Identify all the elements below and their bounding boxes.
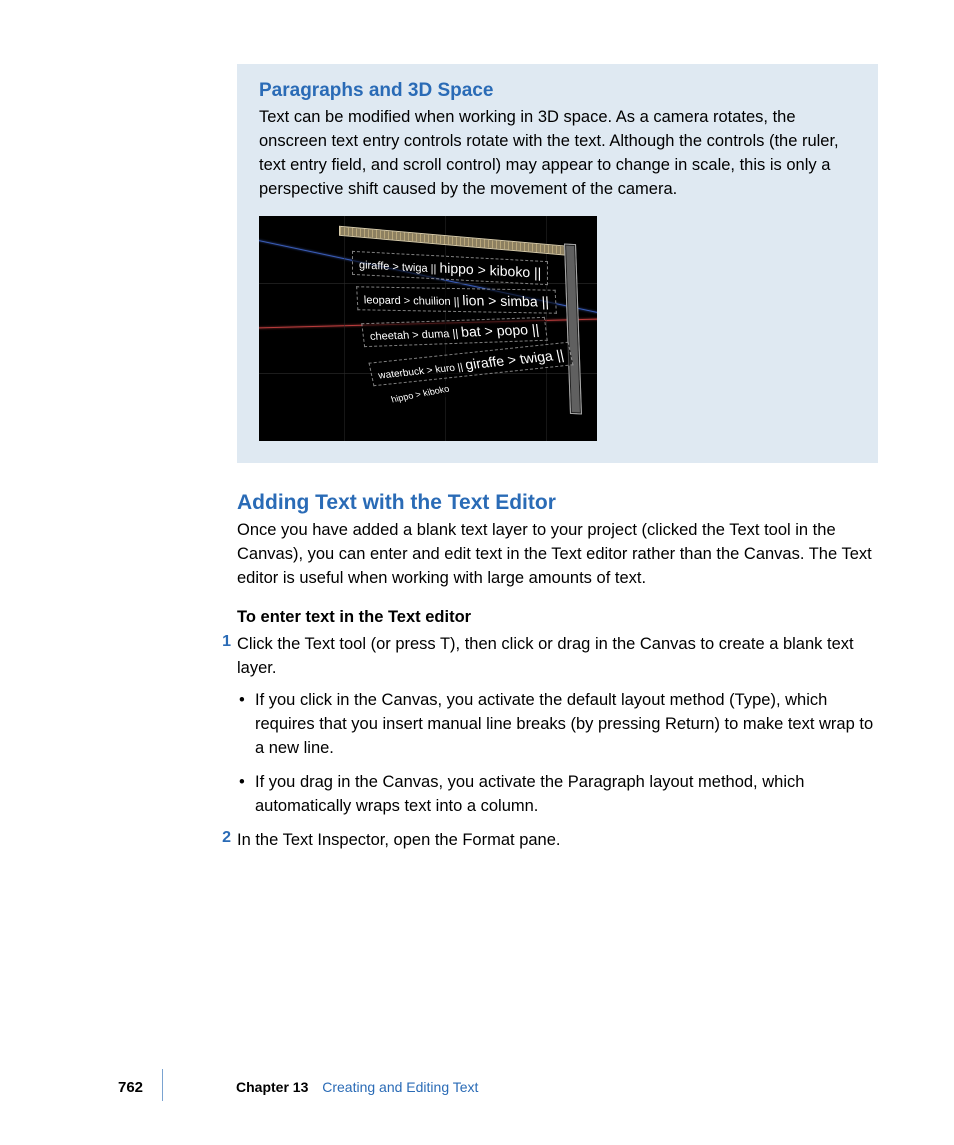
text-fragment: hippo > kiboko || xyxy=(439,259,541,280)
text-fragment: lion > simba || xyxy=(462,292,549,309)
bullet-item: If you click in the Canvas, you activate… xyxy=(251,689,878,761)
step-text: Click the Text tool (or press T), then c… xyxy=(237,633,878,681)
footer-divider xyxy=(162,1069,163,1101)
step-1-bullets: If you click in the Canvas, you activate… xyxy=(237,689,878,819)
section-intro: Once you have added a blank text layer t… xyxy=(237,519,878,591)
text-fragment: waterbuck > kuro || xyxy=(377,362,464,382)
section-heading: Adding Text with the Text Editor xyxy=(237,491,878,515)
text-row: giraffe > twiga || hippo > kiboko || xyxy=(352,251,548,285)
text-fragment: cheetah > duma || xyxy=(369,328,459,343)
step-number: 1 xyxy=(213,633,237,681)
text-scroll-control xyxy=(564,243,582,414)
chapter-reference: Chapter 13 Creating and Editing Text xyxy=(236,1079,478,1095)
text-fragment: leopard > chuilion || xyxy=(364,294,460,308)
text-row: cheetah > duma || bat > popo || xyxy=(361,317,547,347)
chapter-title: Creating and Editing Text xyxy=(322,1079,478,1095)
callout-body: Text can be modified when working in 3D … xyxy=(259,106,856,202)
screenshot-3d-text: giraffe > twiga || hippo > kiboko || leo… xyxy=(259,216,597,441)
page: Paragraphs and 3D Space Text can be modi… xyxy=(0,0,954,1145)
step-number: 2 xyxy=(213,829,237,853)
section-adding-text-with-text-editor: Adding Text with the Text Editor Once yo… xyxy=(237,491,878,853)
text-fragment: giraffe > twiga || xyxy=(464,346,566,372)
text-fragment: giraffe > twiga || xyxy=(359,259,436,275)
text-row: leopard > chuilion || lion > simba || xyxy=(356,286,556,313)
callout-heading: Paragraphs and 3D Space xyxy=(259,80,856,102)
chapter-label: Chapter 13 xyxy=(236,1079,308,1095)
text-fragment: hippo > kiboko xyxy=(390,383,451,404)
text-fragment: bat > popo || xyxy=(460,321,540,340)
bullet-item: If you drag in the Canvas, you activate … xyxy=(251,771,878,819)
step-text: In the Text Inspector, open the Format p… xyxy=(237,829,878,853)
callout-paragraphs-3d-space: Paragraphs and 3D Space Text can be modi… xyxy=(237,64,878,463)
step-2: 2 In the Text Inspector, open the Format… xyxy=(237,829,878,853)
procedure-heading: To enter text in the Text editor xyxy=(237,608,878,627)
step-1: 1 Click the Text tool (or press T), then… xyxy=(237,633,878,681)
page-footer: 762 Chapter 13 Creating and Editing Text xyxy=(0,1073,954,1109)
text-row: waterbuck > kuro || giraffe > twiga || xyxy=(369,341,574,385)
page-number: 762 xyxy=(118,1079,143,1096)
grid-line xyxy=(344,216,345,441)
